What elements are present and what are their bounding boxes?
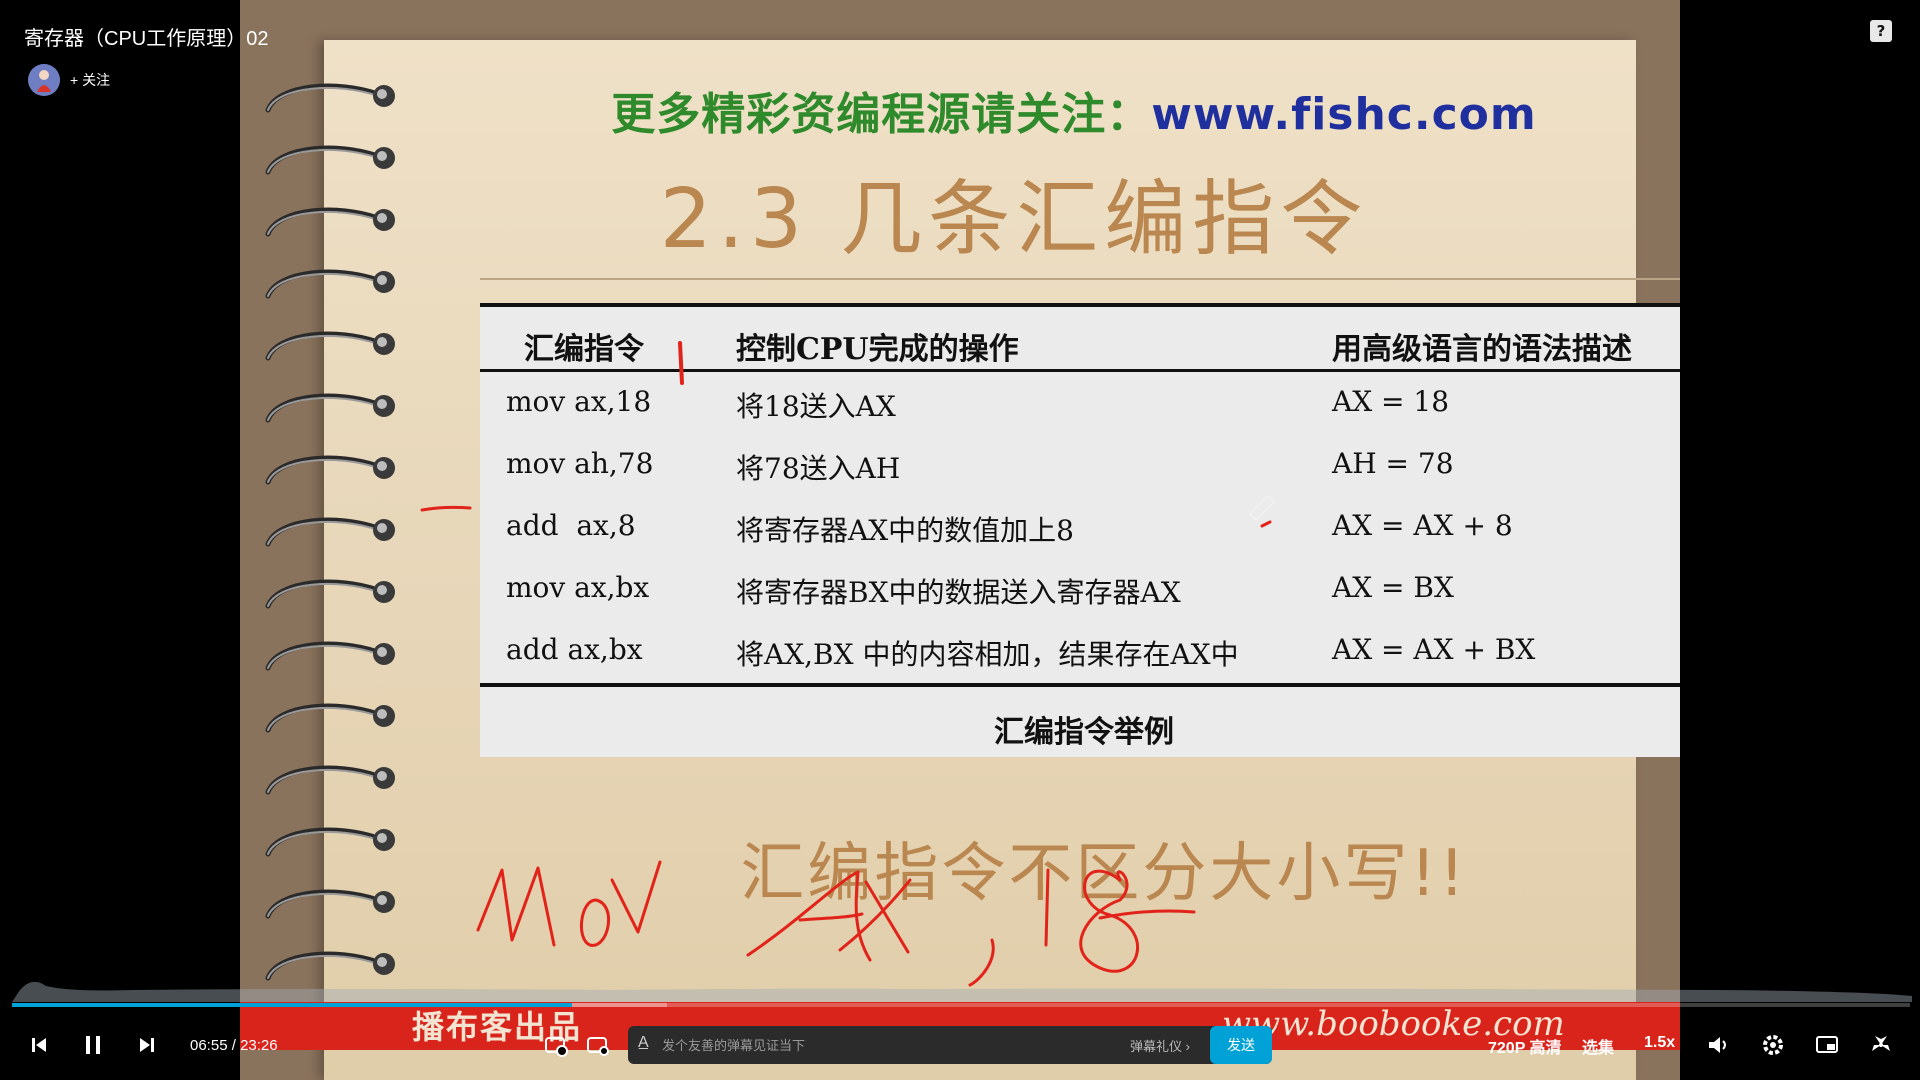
episodes-button[interactable]: 选集 bbox=[1582, 1034, 1614, 1058]
table-header-cell: 汇编指令 bbox=[524, 332, 644, 367]
spiral-ring bbox=[265, 269, 395, 299]
progress-bar[interactable] bbox=[12, 1003, 1910, 1007]
danmaku-bar: A̲ 弹幕礼仪 › 发送 bbox=[628, 1026, 1272, 1064]
table-cell: AH = 78 bbox=[1332, 447, 1454, 480]
danmaku-toggle-icon[interactable] bbox=[542, 1032, 570, 1060]
spiral-ring bbox=[265, 145, 395, 175]
spiral-ring bbox=[265, 579, 395, 609]
danmaku-input[interactable] bbox=[662, 1026, 1082, 1064]
spiral-ring bbox=[265, 889, 395, 919]
avatar-image bbox=[28, 64, 60, 96]
table-cell: add ax,bx bbox=[506, 633, 643, 666]
slide-banner-text: 更多精彩资编程源请关注： bbox=[611, 89, 1152, 140]
spiral-ring bbox=[265, 331, 395, 361]
table-row: add ax,bx 将AX,BX 中的内容相加，结果存在AX中 AX = AX … bbox=[480, 621, 1680, 683]
settings-icon[interactable] bbox=[1758, 1030, 1788, 1060]
slide-divider bbox=[480, 278, 1680, 280]
table-cell: 将18送入AX bbox=[736, 390, 896, 423]
progress-fill bbox=[12, 1003, 572, 1007]
instruction-table: 汇编指令 控制CPU完成的操作 用高级语言的语法描述 mov ax,18 将18… bbox=[480, 303, 1680, 757]
video-title: 寄存器（CPU工作原理）02 bbox=[24, 28, 269, 50]
table-row: add ax,8 将寄存器AX中的数值加上8 AX = AX + 8 bbox=[480, 497, 1680, 559]
slide-banner: 更多精彩资编程源请关注：www.fishc.com bbox=[524, 78, 1624, 142]
table-cell: mov ah,78 bbox=[506, 447, 654, 480]
case-insensitive-note: 汇编指令不区分大小写!! bbox=[740, 837, 1468, 911]
table-caption: 汇编指令举例 bbox=[994, 715, 1174, 750]
table-row: mov ax,bx 将寄存器BX中的数据送入寄存器AX AX = BX bbox=[480, 559, 1680, 621]
fullscreen-icon[interactable] bbox=[1866, 1030, 1896, 1060]
table-cell: AX = AX + BX bbox=[1332, 633, 1536, 666]
slide-title: 2.3 几条汇编指令 bbox=[659, 172, 1369, 267]
spiral-ring bbox=[265, 827, 395, 857]
table-header: 汇编指令 控制CPU完成的操作 用高级语言的语法描述 bbox=[480, 307, 1680, 372]
table-cell: AX = AX + 8 bbox=[1332, 509, 1513, 542]
follow-button[interactable]: + 关注 bbox=[70, 70, 110, 90]
time-separator: / bbox=[231, 1037, 236, 1054]
danmaku-etiquette-link[interactable]: 弹幕礼仪 › bbox=[1130, 1036, 1190, 1055]
table-row: mov ax,18 将18送入AX AX = 18 bbox=[480, 373, 1680, 435]
spiral-ring bbox=[265, 207, 395, 237]
spiral-ring bbox=[265, 393, 395, 423]
table-cell: 将78送入AH bbox=[736, 452, 901, 485]
player-controls: 06:55 / 23:26 A̲ 弹幕礼仪 › 发送 720P 高清 选集 1.… bbox=[0, 1010, 1920, 1080]
spiral-ring bbox=[265, 455, 395, 485]
current-time: 06:55 bbox=[190, 1037, 228, 1054]
table-row: mov ah,78 将78送入AH AH = 78 bbox=[480, 435, 1680, 497]
quality-button[interactable]: 720P 高清 bbox=[1488, 1034, 1562, 1058]
table-cell: AX = 18 bbox=[1332, 385, 1450, 418]
send-button[interactable]: 发送 bbox=[1210, 1026, 1272, 1064]
spiral-ring bbox=[265, 641, 395, 671]
spiral-ring bbox=[265, 765, 395, 795]
heat-waveform bbox=[12, 981, 1912, 1002]
pip-icon[interactable] bbox=[1812, 1030, 1842, 1060]
next-icon[interactable] bbox=[132, 1030, 162, 1060]
avatar[interactable] bbox=[28, 64, 60, 96]
spiral-ring bbox=[265, 703, 395, 733]
time-display: 06:55 / 23:26 bbox=[190, 1037, 278, 1054]
table-cell: mov ax,18 bbox=[506, 385, 652, 418]
help-icon[interactable]: ? bbox=[1870, 20, 1892, 42]
spiral-ring bbox=[265, 517, 395, 547]
spiral-ring bbox=[265, 83, 395, 113]
notebook-page: 更多精彩资编程源请关注：www.fishc.com 2.3 几条汇编指令 汇编指… bbox=[265, 40, 1680, 1080]
prev-icon[interactable] bbox=[24, 1030, 54, 1060]
table-cell: mov ax,bx bbox=[506, 571, 650, 604]
table-header-cell: 控制CPU完成的操作 bbox=[736, 332, 1019, 367]
slide-banner-url: www.fishc.com bbox=[1151, 89, 1537, 140]
table-header-cell: 用高级语言的语法描述 bbox=[1332, 332, 1632, 367]
uploader-info: + 关注 bbox=[28, 64, 110, 96]
video-frame[interactable]: 更多精彩资编程源请关注：www.fishc.com 2.3 几条汇编指令 汇编指… bbox=[240, 0, 1680, 1080]
table-cell: add ax,8 bbox=[506, 509, 636, 542]
danmaku-settings-icon[interactable] bbox=[584, 1032, 612, 1060]
table-cell: 将AX,BX 中的内容相加，结果存在AX中 bbox=[736, 638, 1239, 671]
table-cell: 将寄存器AX中的数值加上8 bbox=[736, 514, 1074, 547]
volume-icon[interactable] bbox=[1704, 1030, 1734, 1060]
table-cell: AX = BX bbox=[1332, 571, 1454, 604]
speed-button[interactable]: 1.5x bbox=[1644, 1034, 1675, 1052]
table-cell: 将寄存器BX中的数据送入寄存器AX bbox=[736, 576, 1181, 609]
pause-icon[interactable] bbox=[78, 1030, 108, 1060]
duration: 23:26 bbox=[240, 1037, 278, 1054]
danmaku-style-icon[interactable]: A̲ bbox=[638, 1034, 649, 1052]
table-bottom-rule bbox=[480, 683, 1680, 687]
